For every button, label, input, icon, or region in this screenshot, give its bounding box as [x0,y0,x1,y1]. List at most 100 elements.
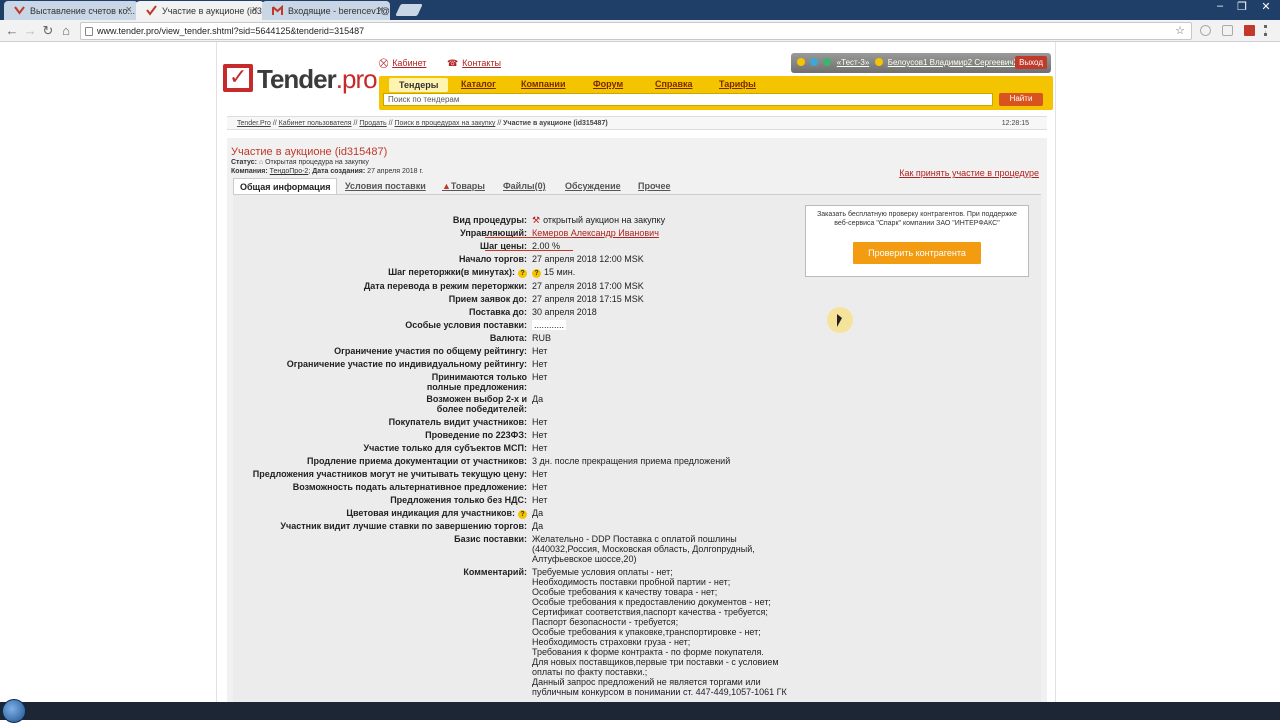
logo-wordmark: Tender.pro [257,64,378,94]
delivery-basis-value: Желательно - DDP Поставка с оплатой пошл… [532,534,755,564]
procedure-content: Участие в аукционе (id315487) Статус: ⌂ … [227,138,1047,702]
tab-general-info[interactable]: Общая информация [233,178,338,194]
breadcrumb: Tender.Pro // Кабинет пользователя // Пр… [227,116,1047,130]
page: ✓ Tender.pro ⛒ Кабинет ☎ Контакты «Тест-3»… [216,42,1056,702]
text-line: Особые требования к качеству товара - не… [532,587,718,597]
text-line: Сертификат соответствия,паспорт качества… [532,607,768,617]
user-bar: «Тест-3» Белоусов1 Владимир2 Сергеевич2 … [791,53,1051,73]
detail-label: Продление приема документации от участни… [307,456,527,466]
nav-tab-companies[interactable]: Компании [521,79,565,89]
contacts-link[interactable]: Контакты [462,58,501,68]
nav-tab-tariffs[interactable]: Тарифы [719,79,756,89]
tab-goods[interactable]: ▲Товары [436,178,491,194]
close-icon[interactable]: × [126,4,132,16]
close-icon[interactable]: × [378,4,384,16]
window-close-icon[interactable]: ✕ [1256,0,1276,13]
message-icon[interactable] [810,58,819,66]
page-title: Участие в аукционе (id315487) [231,146,388,158]
detail-value: 27 апреля 2018 17:00 MSK [532,281,644,291]
procedure-company: Компания: ТендоПро-2; Дата создания: 27 … [231,168,424,175]
nav-tab-forum[interactable]: Форум [593,79,623,89]
phone-icon: ☎ [446,58,459,68]
text-line: Требования к форме контракта - по форме … [532,647,764,657]
detail-label: Ограничение участия по общему рейтингу: [334,346,527,356]
tab-discussion[interactable]: Обсуждение [559,178,627,194]
breadcrumb-link[interactable]: Поиск в процедурах на закупку [395,120,496,127]
notification-icon[interactable] [797,58,805,66]
breadcrumb-separator: // [272,120,277,127]
text-line: Требуемые условия оплаты - нет; [532,567,673,577]
detail-label: Покупатель видит участников: [388,417,527,427]
check-counterparty-button[interactable]: Проверить контрагента [853,242,981,264]
tab-other[interactable]: Прочее [632,178,676,194]
browser-tab-title: Входящие - berencev1@... [288,6,390,16]
browser-tab-title: Выставление счетов ко... [30,6,135,16]
detail-value: RUB [532,333,552,343]
cart-icon: ⛒ [379,58,389,68]
help-icon[interactable]: ? [532,269,541,278]
company-link[interactable]: ТендоПро-2 [270,168,309,175]
page-icon [85,27,93,36]
windows-start-icon[interactable] [2,699,26,723]
forward-icon[interactable]: → [22,23,38,38]
comment-value: Требуемые условия оплаты - нет; Необходи… [532,567,787,697]
text-line: Особые требования к упаковке,транспортир… [532,627,761,637]
nav-tab-help[interactable]: Справка [655,79,692,89]
detail-value: Нет [532,359,548,369]
company-label: Компания: [231,168,268,175]
settings-icon[interactable] [823,58,832,66]
text-line: Необходимость поставки пробной партии - … [532,577,731,587]
new-tab-button[interactable] [395,4,423,16]
breadcrumb-link[interactable]: Продать [359,120,386,127]
search-button[interactable]: Найти [999,93,1043,106]
tab-files[interactable]: Файлы(0) [497,178,552,194]
counterparty-check-box: Заказать бесплатную проверку контрагенто… [805,205,1029,277]
main-nav: Тендеры Каталог Компании Форум Справка Т… [379,76,1053,110]
help-icon[interactable]: ? [518,510,527,519]
detail-label: Участник видит лучшие ставки по завершен… [280,521,527,531]
menu-icon[interactable] [1264,25,1267,36]
detail-value: Нет [532,417,548,427]
text-line: (440032,Россия, Московская область, Долг… [532,544,755,554]
minimize-icon[interactable]: – [1210,0,1230,12]
close-icon[interactable]: × [252,4,258,16]
status-value: Открытая процедура на закупку [265,159,369,166]
help-icon[interactable]: ? [518,269,527,278]
browser-tab[interactable]: Входящие - berencev1@... × [262,1,390,20]
text-line: публичным конкурсом в понимании ст. 447-… [532,687,787,697]
detail-value: ............ [532,320,567,330]
breadcrumb-link[interactable]: Tender.Pro [237,120,271,127]
maximize-icon[interactable]: ❐ [1232,0,1252,13]
nav-tab-catalog[interactable]: Каталог [461,79,496,89]
tab-delivery-terms[interactable]: Условия поставки [339,178,432,194]
user-icon [874,58,883,66]
reload-icon[interactable]: ↻ [40,23,56,39]
extension-icon[interactable] [1200,25,1211,36]
browser-toolbar: ← → ↻ ⌂ www.tender.pro/view_tender.shtml… [0,20,1280,42]
extension-icon[interactable] [1244,25,1255,36]
star-icon[interactable]: ☆ [1175,24,1185,37]
tender-search-input[interactable]: Поиск по тендерам [383,93,993,106]
detail-label: Предложения участников могут не учитыват… [252,469,527,479]
breadcrumb-link[interactable]: Кабинет пользователя [279,120,352,127]
address-bar[interactable]: www.tender.pro/view_tender.shtml?sid=564… [80,22,1192,40]
extension-icon[interactable] [1222,25,1233,36]
detail-value: 27 апреля 2018 17:15 MSK [532,294,644,304]
home-icon[interactable]: ⌂ [58,23,74,38]
logout-button[interactable]: Выход [1015,56,1047,69]
nav-tab-tenders[interactable]: Тендеры [389,78,449,92]
top-links: ⛒ Кабинет ☎ Контакты [379,58,519,69]
company-link[interactable]: «Тест-3» [837,58,870,67]
mouse-cursor-icon [837,314,842,327]
cabinet-link[interactable]: Кабинет [392,58,426,68]
user-name-link[interactable]: Белоусов1 Владимир2 Сергеевич2 [888,58,1018,67]
detail-label: Поставка до: [468,307,527,317]
browser-tab-active[interactable]: Участие в аукционе (id3... × [136,1,264,20]
browser-tab[interactable]: Выставление счетов ко... × [4,1,138,20]
text-line: Паспорт безопасности - требуется; [532,617,679,627]
how-to-participate-link[interactable]: Как принять участие в процедуре [899,168,1039,178]
mail-icon [14,5,25,16]
counterparty-check-text: Заказать бесплатную проверку контрагенто… [817,211,1017,227]
back-icon[interactable]: ← [4,23,20,38]
general-info-panel: Вид процедуры: ⚒ открытый аукцион на закуп… [233,194,1041,702]
